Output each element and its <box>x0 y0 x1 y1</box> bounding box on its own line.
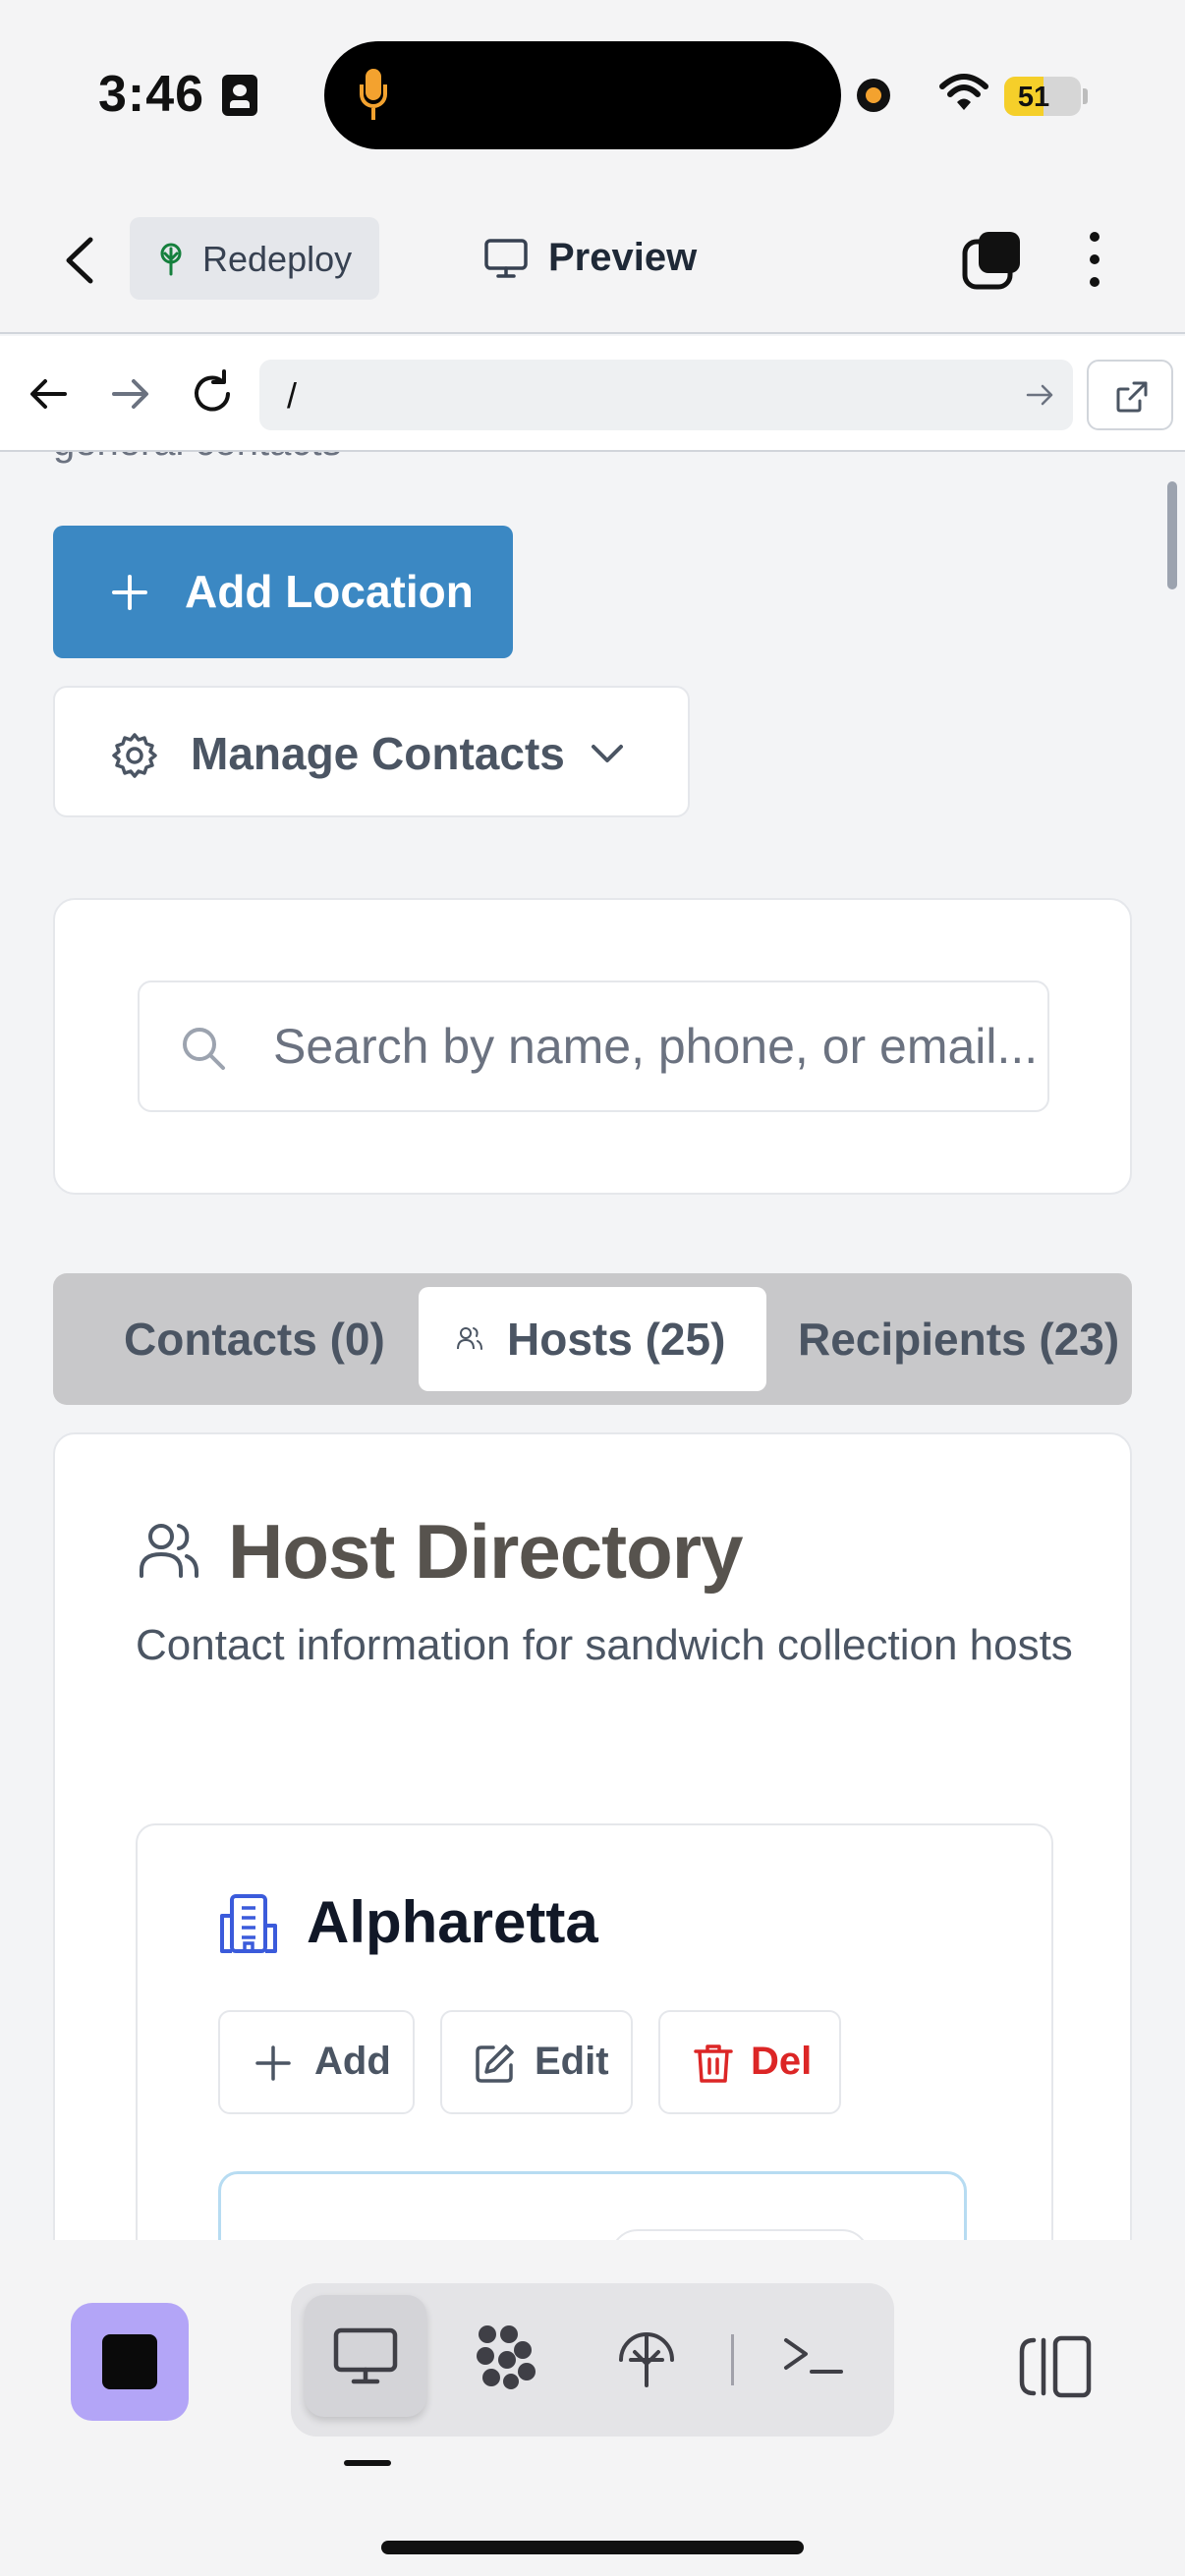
building-icon <box>220 1894 277 1953</box>
home-indicator[interactable] <box>381 2541 804 2554</box>
tab-contacts[interactable]: Contacts (0) <box>67 1287 415 1391</box>
edit-icon <box>476 2044 514 2083</box>
dock-separator <box>731 2334 734 2385</box>
terminal-icon <box>784 2338 843 2374</box>
page-subtitle: Contact information for sandwich collect… <box>136 1621 1073 1669</box>
preview-label: Preview <box>548 236 698 279</box>
scrollbar-thumb[interactable] <box>1167 481 1177 589</box>
manage-contacts-label: Manage Contacts <box>191 728 565 779</box>
monitor-icon <box>484 239 528 278</box>
add-location-label: Add Location <box>185 566 474 617</box>
arrow-right-icon[interactable] <box>104 365 155 422</box>
open-external-button[interactable] <box>1087 360 1173 430</box>
workspace-dots-icon <box>477 2325 536 2389</box>
status-time: 3:46 <box>98 66 205 123</box>
redeploy-button[interactable]: Redeploy <box>130 217 379 300</box>
more-vertical-icon[interactable] <box>1079 228 1110 291</box>
dock-item-preview[interactable] <box>305 2295 426 2417</box>
add-host-button[interactable]: Add <box>218 2010 415 2114</box>
chevron-down-icon <box>592 745 623 762</box>
tab-recipients[interactable]: Recipients (23) <box>770 1287 1132 1391</box>
redeploy-label: Redeploy <box>202 239 353 279</box>
stop-icon <box>102 2334 157 2389</box>
host-badge <box>610 2229 870 2240</box>
deploy-icon <box>619 2332 674 2387</box>
search-icon <box>183 1028 225 1070</box>
tab-hosts-label: Hosts (25) <box>507 1314 726 1365</box>
id-card-icon <box>222 75 257 116</box>
add-host-label: Add <box>314 2040 391 2083</box>
trash-icon <box>694 2044 733 2083</box>
manage-contacts-dropdown[interactable]: Manage Contacts <box>53 686 690 817</box>
go-arrow-icon[interactable] <box>1024 379 1055 411</box>
host-directory-card: Host Directory Contact information for s… <box>53 1432 1132 2240</box>
delete-location-label: Del <box>751 2040 813 2083</box>
monitor-icon <box>333 2327 398 2384</box>
location-name: Alpharetta <box>307 1889 598 1955</box>
status-bar: 3:46 51 <box>0 0 1185 192</box>
side-panel-icon[interactable] <box>1016 2330 1095 2403</box>
dock-item-workspace[interactable] <box>444 2295 566 2417</box>
page-content: general contacts Add Location Manage Con… <box>0 452 1185 2240</box>
edit-location-button[interactable]: Edit <box>440 2010 633 2114</box>
stop-button[interactable] <box>71 2303 189 2421</box>
search-card <box>53 898 1132 1195</box>
recording-dot-icon <box>857 79 890 112</box>
dock-toolbar <box>291 2283 894 2436</box>
tabs-icon[interactable] <box>961 228 1024 291</box>
tab-recipients-label: Recipients (23) <box>798 1314 1120 1365</box>
host-card <box>218 2171 967 2240</box>
edit-location-label: Edit <box>535 2040 609 2083</box>
bottom-dock <box>0 2240 1185 2576</box>
search-input[interactable] <box>273 982 1040 1110</box>
search-field[interactable] <box>138 980 1049 1112</box>
back-chevron-icon[interactable] <box>61 236 98 285</box>
add-location-button[interactable]: Add Location <box>53 526 513 658</box>
url-text: / <box>287 375 298 416</box>
cut-off-text: general contacts <box>53 452 342 465</box>
users-icon <box>457 1327 482 1350</box>
battery-icon: 51 <box>1004 77 1081 116</box>
arrow-left-icon[interactable] <box>24 365 75 422</box>
page-title: Host Directory <box>228 1508 743 1595</box>
wifi-icon <box>939 74 988 110</box>
url-bar[interactable]: / <box>259 360 1073 430</box>
directory-tabs: Contacts (0) Hosts (25) Recipients (23) <box>53 1273 1132 1405</box>
plus-icon <box>112 575 147 610</box>
tab-contacts-label: Contacts (0) <box>124 1314 385 1365</box>
reload-icon[interactable] <box>187 365 238 422</box>
dynamic-island <box>324 41 841 149</box>
dock-item-deploy[interactable] <box>586 2295 707 2417</box>
microphone-icon <box>360 69 387 122</box>
active-tab-indicator <box>344 2460 391 2466</box>
delete-location-button[interactable]: Del <box>658 2010 841 2114</box>
tab-hosts[interactable]: Hosts (25) <box>419 1287 766 1391</box>
users-icon <box>140 1524 198 1578</box>
tree-icon <box>160 243 182 276</box>
gear-icon <box>112 733 157 778</box>
location-card: Alpharetta Add Edit Del <box>136 1823 1053 2240</box>
external-link-icon <box>1116 381 1148 413</box>
battery-percent: 51 <box>1017 82 1050 113</box>
plus-icon <box>255 2045 291 2081</box>
battery-cap <box>1083 88 1088 104</box>
dock-item-shell[interactable] <box>753 2295 875 2417</box>
